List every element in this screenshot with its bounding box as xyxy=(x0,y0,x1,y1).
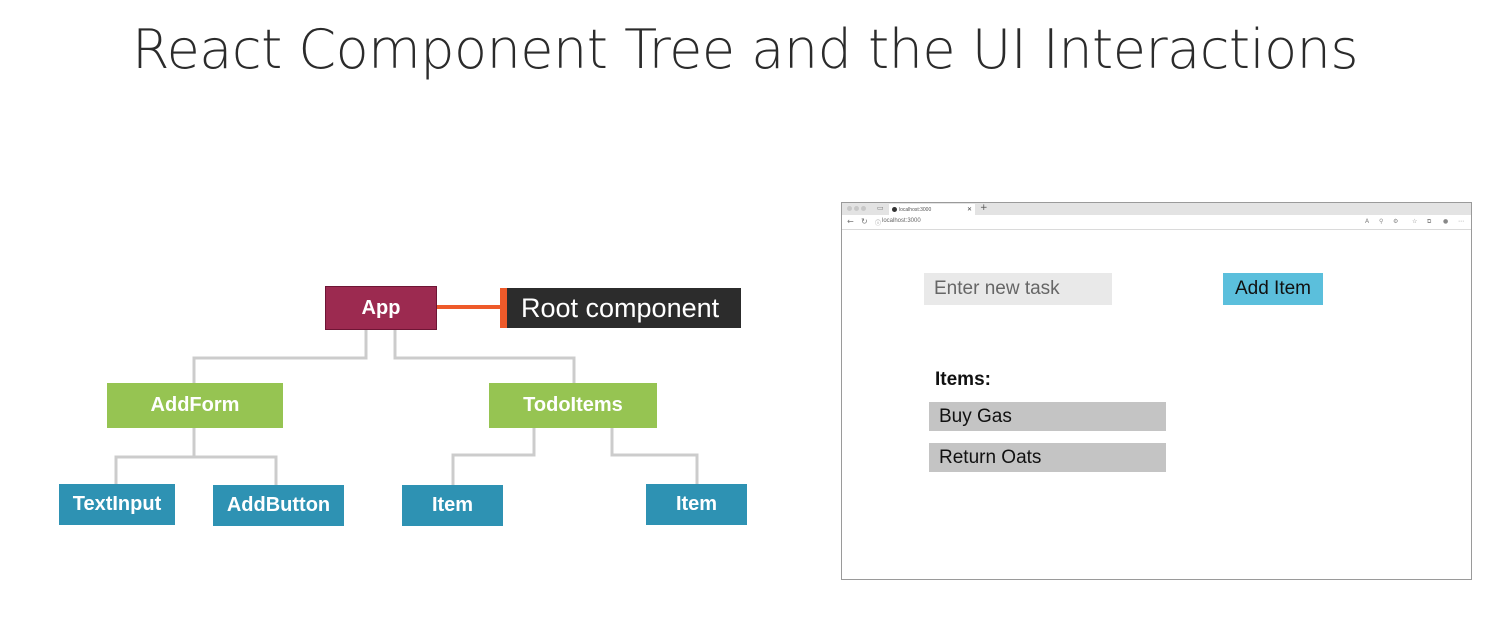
list-item-label: Buy Gas xyxy=(939,405,1012,427)
favorite-star-icon[interactable]: ☆ xyxy=(1412,218,1417,225)
browser-address-bar: ← ↻ ⓘ localhost:3000 A ⚲ ⚙ ☆ ⧉ ● ⋯ xyxy=(842,215,1471,230)
node-todoitems: TodoItems xyxy=(489,383,657,428)
connector-addform-textinput xyxy=(114,428,196,484)
node-item-1-label: Item xyxy=(431,494,474,516)
browser-tab[interactable]: localhost:3000 ✕ xyxy=(889,204,975,215)
node-addbutton-label: AddButton xyxy=(226,494,331,516)
node-item-2: Item xyxy=(646,484,747,525)
tab-favicon-icon xyxy=(892,207,897,212)
window-minimize-dot[interactable] xyxy=(854,206,859,211)
zoom-icon[interactable]: ⚲ xyxy=(1379,218,1383,225)
new-tab-icon[interactable]: + xyxy=(980,203,988,213)
connector-addform-addbutton xyxy=(194,455,278,485)
node-addform-label: AddForm xyxy=(150,394,240,416)
address-url[interactable]: localhost:3000 xyxy=(882,218,921,224)
node-addform: AddForm xyxy=(107,383,283,428)
connector-todoitems-item1 xyxy=(451,428,536,485)
collections-icon[interactable]: ⧉ xyxy=(1427,218,1431,226)
new-task-input[interactable] xyxy=(924,273,1112,305)
browser-tab-bar: ▭ localhost:3000 ✕ + xyxy=(842,203,1471,215)
callout-label: Root component xyxy=(521,292,720,323)
root-component-callout: Root component xyxy=(500,288,741,328)
reload-icon[interactable]: ↻ xyxy=(861,217,868,226)
node-app: App xyxy=(325,286,437,330)
node-todoitems-label: TodoItems xyxy=(523,394,623,416)
browser-window: ▭ localhost:3000 ✕ + ← ↻ ⓘ localhost:300… xyxy=(841,202,1472,580)
connector-app-addform xyxy=(192,330,368,383)
node-app-label: App xyxy=(361,296,401,319)
profile-avatar-icon[interactable]: ● xyxy=(1443,218,1448,225)
node-item-1: Item xyxy=(402,485,503,526)
node-textinput: TextInput xyxy=(59,484,175,525)
tab-actions-icon[interactable]: ▭ xyxy=(877,204,884,212)
node-item-2-label: Item xyxy=(675,493,718,515)
info-icon[interactable]: ⓘ xyxy=(875,218,881,227)
connector-todoitems-item2 xyxy=(610,428,699,484)
extension-icon[interactable]: ⚙ xyxy=(1393,218,1398,225)
items-heading: Items: xyxy=(935,369,991,390)
list-item-label: Return Oats xyxy=(939,446,1042,468)
window-maximize-dot[interactable] xyxy=(861,206,866,211)
window-close-dot[interactable] xyxy=(847,206,852,211)
list-item[interactable]: Return Oats xyxy=(929,443,1166,472)
tab-title: localhost:3000 xyxy=(899,206,932,213)
read-aloud-icon[interactable]: A xyxy=(1365,218,1369,225)
connector-app-todoitems xyxy=(393,330,576,383)
list-item[interactable]: Buy Gas xyxy=(929,402,1166,431)
node-addbutton: AddButton xyxy=(213,485,344,526)
node-textinput-label: TextInput xyxy=(72,493,162,515)
back-arrow-icon[interactable]: ← xyxy=(847,217,854,226)
tab-close-icon[interactable]: ✕ xyxy=(967,206,972,213)
more-menu-icon[interactable]: ⋯ xyxy=(1458,218,1464,225)
add-item-button[interactable]: Add Item xyxy=(1223,273,1323,305)
